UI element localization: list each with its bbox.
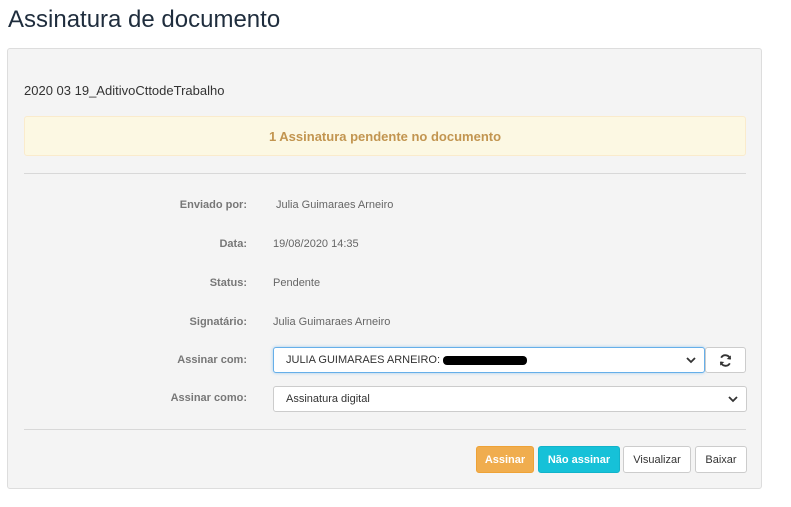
data-value: 19/08/2020 14:35	[273, 238, 359, 250]
enviado-por-value: Julia Guimaraes Arneiro	[276, 199, 394, 211]
data-label: Data:	[219, 238, 247, 250]
chevron-down-icon	[686, 357, 696, 364]
pending-alert-text: 1 Assinatura pendente no documento	[268, 128, 502, 144]
signatario-value: Julia Guimaraes Arneiro	[273, 316, 391, 328]
assinar-como-select[interactable]: Assinatura digital	[273, 386, 747, 412]
status-label: Status:	[209, 277, 247, 289]
status-value: Pendente	[273, 277, 321, 289]
enviado-por-label: Enviado por:	[179, 199, 247, 211]
visualizar-button[interactable]: Visualizar	[623, 446, 691, 473]
assinar-com-value: JULIA GUIMARAES ARNEIRO:	[286, 354, 441, 366]
refresh-button[interactable]	[705, 347, 746, 373]
refresh-icon	[719, 353, 732, 367]
pending-alert: 1 Assinatura pendente no documento	[24, 116, 746, 156]
chevron-down-icon	[728, 396, 738, 403]
assinar-como-value: Assinatura digital	[286, 393, 370, 405]
divider	[24, 429, 746, 430]
assinar-com-label: Assinar com:	[177, 354, 247, 366]
assinar-com-select[interactable]: JULIA GUIMARAES ARNEIRO:	[273, 347, 705, 373]
assinar-button[interactable]: Assinar	[476, 446, 534, 473]
signatario-label: Signatário:	[189, 316, 247, 328]
signature-panel: 2020 03 19_AditivoCttodeTrabalho 1 Assin…	[7, 48, 762, 489]
nao-assinar-button[interactable]: Não assinar	[538, 446, 620, 473]
document-name: 2020 03 19_AditivoCttodeTrabalho	[24, 83, 225, 98]
baixar-button[interactable]: Baixar	[695, 446, 747, 473]
divider	[24, 173, 746, 174]
redacted-block	[443, 355, 528, 365]
assinar-como-label: Assinar como:	[170, 392, 247, 404]
page-title: Assinatura de documento	[8, 6, 281, 33]
